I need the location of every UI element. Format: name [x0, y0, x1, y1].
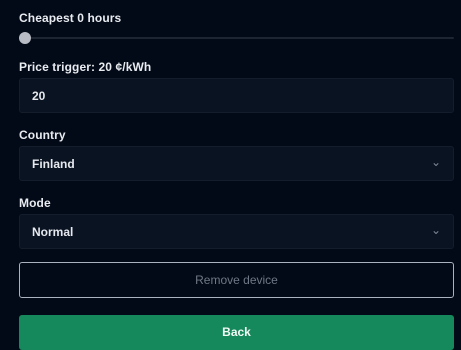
remove-device-button[interactable]: Remove device — [19, 262, 454, 298]
slider-track[interactable] — [19, 37, 454, 39]
price-trigger-value: 20 — [32, 89, 46, 103]
slider-thumb[interactable] — [19, 32, 31, 44]
mode-selected-value: Normal — [32, 225, 74, 239]
chevron-down-icon: ⌄ — [430, 155, 441, 169]
cheapest-hours-slider[interactable] — [19, 31, 454, 45]
mode-label: Mode — [19, 196, 51, 210]
mode-select[interactable]: Normal ⌄ — [19, 214, 454, 249]
country-label: Country — [19, 128, 66, 142]
chevron-down-icon: ⌄ — [430, 223, 441, 237]
price-trigger-label: Price trigger: 20 ¢/kWh — [19, 60, 152, 74]
country-selected-value: Finland — [32, 157, 75, 171]
device-settings-panel: Cheapest 0 hours Price trigger: 20 ¢/kWh… — [0, 0, 461, 350]
cheapest-hours-label: Cheapest 0 hours — [19, 11, 122, 25]
back-button[interactable]: Back — [19, 315, 454, 350]
country-select[interactable]: Finland ⌄ — [19, 146, 454, 181]
price-trigger-input[interactable]: 20 — [19, 78, 454, 113]
